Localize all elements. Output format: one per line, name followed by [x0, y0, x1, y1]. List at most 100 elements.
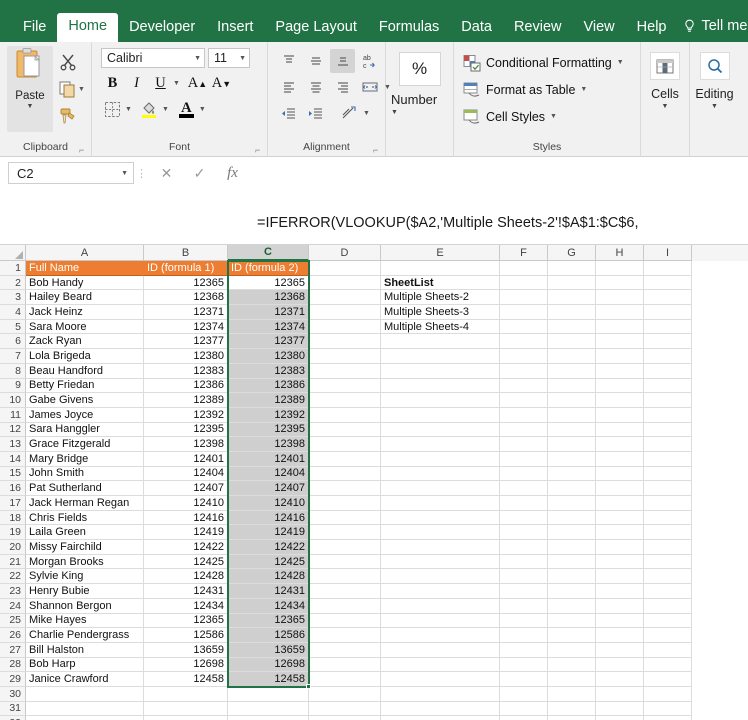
cell-H4[interactable] [596, 305, 644, 320]
row-header-17[interactable]: 17 [0, 496, 26, 511]
cell-C8[interactable]: 12383 [228, 364, 309, 379]
cell-C27[interactable]: 13659 [228, 643, 309, 658]
cell-C1[interactable]: ID (formula 2) [228, 261, 309, 276]
cell-I28[interactable] [644, 658, 692, 673]
cell-I30[interactable] [644, 687, 692, 702]
cell-G2[interactable] [548, 276, 596, 291]
cell-A17[interactable]: Jack Herman Regan [26, 496, 144, 511]
name-box-caret[interactable]: ▼ [121, 170, 128, 177]
row-header-31[interactable]: 31 [0, 702, 26, 717]
cell-B22[interactable]: 12428 [144, 569, 228, 584]
cell-D12[interactable] [309, 423, 381, 438]
cell-H12[interactable] [596, 423, 644, 438]
cell-E4[interactable]: Multiple Sheets-3 [381, 305, 500, 320]
cell-G28[interactable] [548, 658, 596, 673]
row-header-11[interactable]: 11 [0, 408, 26, 423]
cell-B12[interactable]: 12395 [144, 423, 228, 438]
cell-A26[interactable]: Charlie Pendergrass [26, 628, 144, 643]
row-header-15[interactable]: 15 [0, 467, 26, 482]
cell-B17[interactable]: 12410 [144, 496, 228, 511]
column-header-a[interactable]: A [26, 245, 144, 261]
cell-F20[interactable] [500, 540, 548, 555]
row-header-7[interactable]: 7 [0, 349, 26, 364]
row-header-28[interactable]: 28 [0, 658, 26, 673]
cell-A22[interactable]: Sylvie King [26, 569, 144, 584]
align-left-button[interactable] [276, 75, 301, 99]
cell-D19[interactable] [309, 525, 381, 540]
cell-H5[interactable] [596, 320, 644, 335]
cell-G15[interactable] [548, 467, 596, 482]
cell-E10[interactable] [381, 393, 500, 408]
cell-A29[interactable]: Janice Crawford [26, 672, 144, 687]
conditional-formatting-button[interactable]: Conditional Formatting ▼ [459, 49, 624, 76]
cell-D6[interactable] [309, 334, 381, 349]
cell-D25[interactable] [309, 614, 381, 629]
cell-B15[interactable]: 12404 [144, 467, 228, 482]
cell-G27[interactable] [548, 643, 596, 658]
cell-I27[interactable] [644, 643, 692, 658]
cell-E20[interactable] [381, 540, 500, 555]
cell-G22[interactable] [548, 569, 596, 584]
row-header-9[interactable]: 9 [0, 379, 26, 394]
wrap-text-button[interactable]: ab c [357, 49, 382, 73]
row-header-4[interactable]: 4 [0, 305, 26, 320]
font-size-combo[interactable]: 11 ▼ [208, 48, 250, 68]
cell-F15[interactable] [500, 467, 548, 482]
editing-caret[interactable]: ▼ [711, 103, 718, 110]
cell-E19[interactable] [381, 525, 500, 540]
fill-color-caret[interactable]: ▼ [162, 106, 169, 113]
cell-I17[interactable] [644, 496, 692, 511]
cell-F31[interactable] [500, 702, 548, 717]
cell-E30[interactable] [381, 687, 500, 702]
cell-B25[interactable]: 12365 [144, 614, 228, 629]
cell-A3[interactable]: Hailey Beard [26, 290, 144, 305]
cell-E5[interactable]: Multiple Sheets-4 [381, 320, 500, 335]
cell-A20[interactable]: Missy Fairchild [26, 540, 144, 555]
paste-button[interactable]: Paste ▼ [7, 46, 53, 132]
fill-color-button[interactable] [138, 98, 161, 121]
cell-E21[interactable] [381, 555, 500, 570]
cell-G13[interactable] [548, 437, 596, 452]
cell-F22[interactable] [500, 569, 548, 584]
decrease-font-size-button[interactable]: A▼ [210, 72, 233, 95]
cell-C3[interactable]: 12368 [228, 290, 309, 305]
paste-dropdown-caret[interactable]: ▼ [27, 103, 34, 110]
cell-E23[interactable] [381, 584, 500, 599]
ribbon-tab-home[interactable]: Home [57, 13, 118, 43]
cell-G1[interactable] [548, 261, 596, 276]
row-header-21[interactable]: 21 [0, 555, 26, 570]
cell-B1[interactable]: ID (formula 1) [144, 261, 228, 276]
cell-A27[interactable]: Bill Halston [26, 643, 144, 658]
row-header-26[interactable]: 26 [0, 628, 26, 643]
cell-C20[interactable]: 12422 [228, 540, 309, 555]
ribbon-tab-review[interactable]: Review [503, 14, 573, 43]
cell-H18[interactable] [596, 511, 644, 526]
cell-B2[interactable]: 12365 [144, 276, 228, 291]
cell-E27[interactable] [381, 643, 500, 658]
bold-button[interactable]: B [101, 72, 124, 95]
cell-G12[interactable] [548, 423, 596, 438]
cell-G21[interactable] [548, 555, 596, 570]
cell-H15[interactable] [596, 467, 644, 482]
cell-A28[interactable]: Bob Harp [26, 658, 144, 673]
font-name-caret[interactable]: ▼ [194, 55, 201, 62]
cell-G29[interactable] [548, 672, 596, 687]
cell-E2[interactable]: SheetList [381, 276, 500, 291]
cell-F7[interactable] [500, 349, 548, 364]
cell-H26[interactable] [596, 628, 644, 643]
cell-A13[interactable]: Grace Fitzgerald [26, 437, 144, 452]
row-header-19[interactable]: 19 [0, 525, 26, 540]
ribbon-tab-data[interactable]: Data [450, 14, 503, 43]
cell-G23[interactable] [548, 584, 596, 599]
cell-A15[interactable]: John Smith [26, 467, 144, 482]
cell-G3[interactable] [548, 290, 596, 305]
cell-G17[interactable] [548, 496, 596, 511]
row-header-24[interactable]: 24 [0, 599, 26, 614]
cell-B7[interactable]: 12380 [144, 349, 228, 364]
row-header-27[interactable]: 27 [0, 643, 26, 658]
cell-E29[interactable] [381, 672, 500, 687]
cell-A30[interactable] [26, 687, 144, 702]
cell-I14[interactable] [644, 452, 692, 467]
cell-A10[interactable]: Gabe Givens [26, 393, 144, 408]
cell-G4[interactable] [548, 305, 596, 320]
